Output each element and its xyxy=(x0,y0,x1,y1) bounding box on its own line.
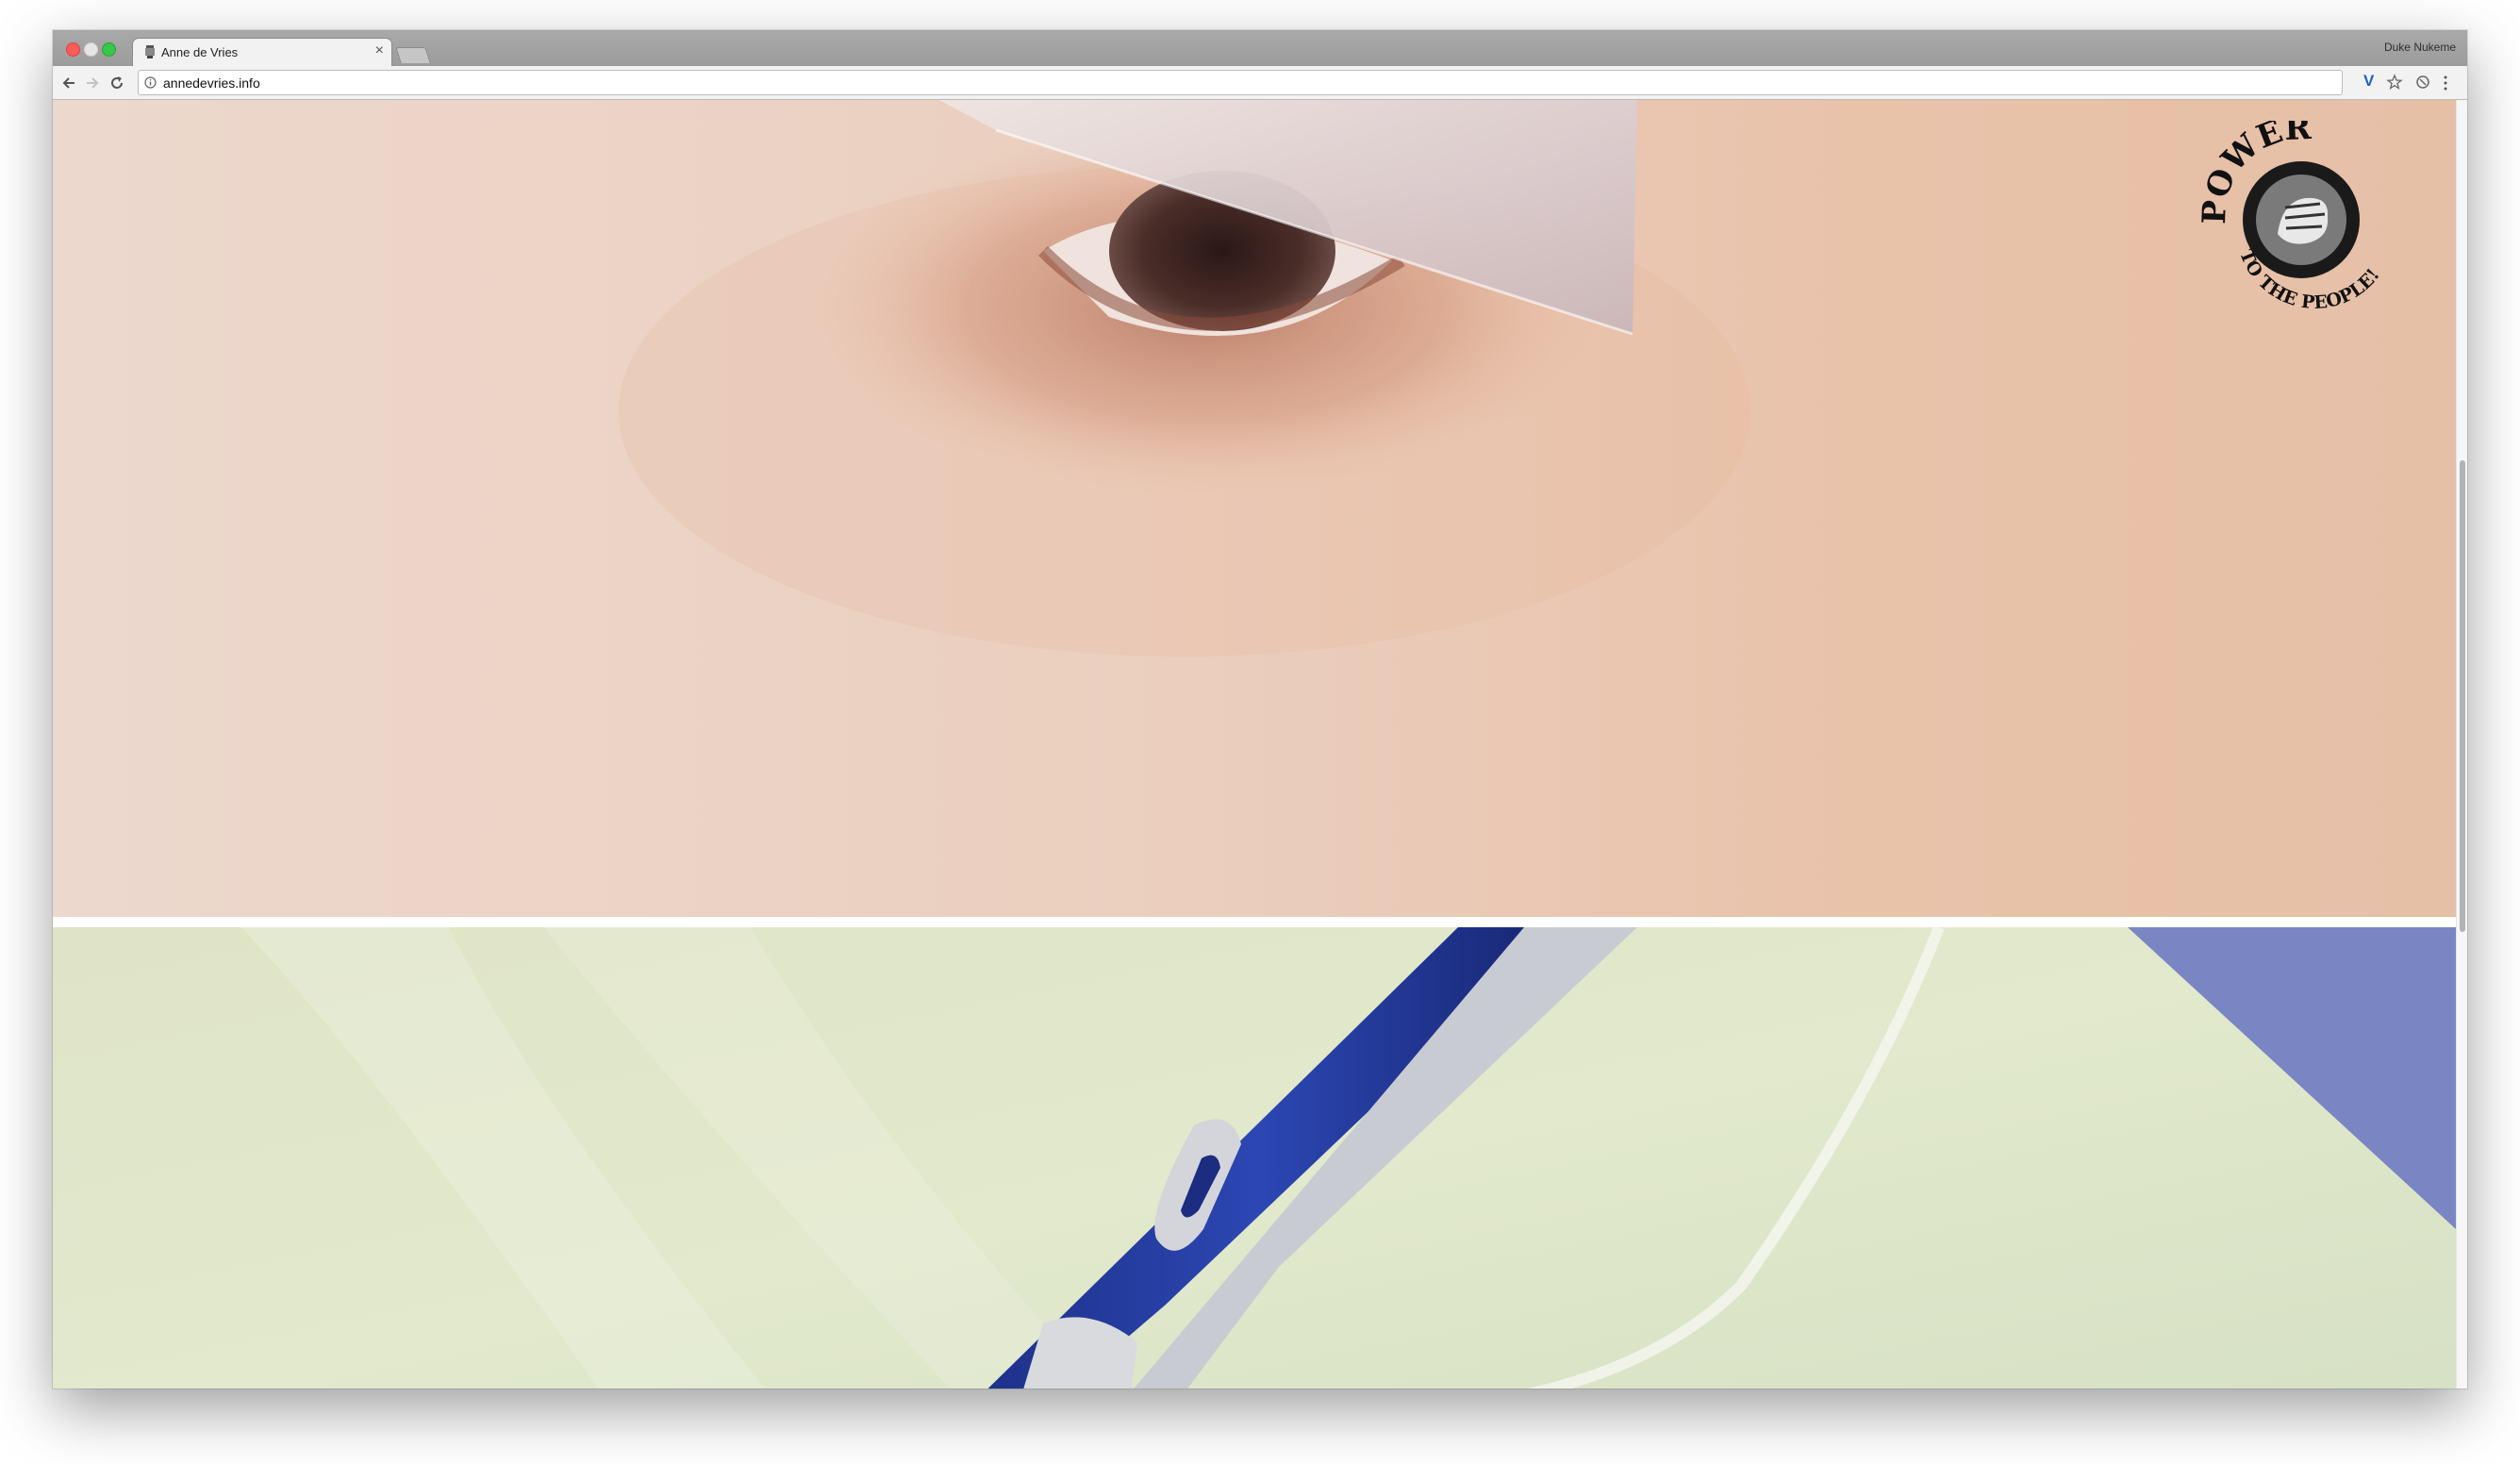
tab-close-icon[interactable]: × xyxy=(375,42,384,59)
info-icon[interactable] xyxy=(144,76,157,89)
forward-arrow-icon[interactable] xyxy=(84,75,101,92)
reload-icon[interactable] xyxy=(108,75,125,92)
scrollbar-thumb[interactable] xyxy=(2460,460,2465,932)
tab-strip: Anne de Vries × Duke Nukeme xyxy=(53,30,2467,66)
window-minimize-button[interactable] xyxy=(84,42,98,57)
extension-v-icon[interactable]: V xyxy=(2363,72,2374,91)
tab-title: Anne de Vries xyxy=(161,45,239,59)
vertical-scrollbar[interactable] xyxy=(2456,100,2467,1389)
power-to-the-people-logo[interactable]: POWER TO THE PEOPLE! xyxy=(2188,121,2414,309)
eye-closeup-image[interactable] xyxy=(53,100,2456,917)
page-content: POWER TO THE PEOPLE! xyxy=(53,100,2467,1389)
bookmark-star-icon[interactable] xyxy=(2386,74,2403,91)
url-text: annedevries.info xyxy=(163,75,260,91)
address-bar[interactable]: annedevries.info xyxy=(138,70,2343,95)
tab-anne-de-vries[interactable]: Anne de Vries × xyxy=(132,38,392,66)
browser-window: Anne de Vries × Duke Nukeme annedevries.… xyxy=(53,30,2467,1389)
new-tab-button[interactable] xyxy=(395,47,431,63)
window-maximize-button[interactable] xyxy=(102,42,116,57)
profile-name[interactable]: Duke Nukeme xyxy=(2384,41,2456,54)
razor-image[interactable] xyxy=(53,927,2456,1389)
favicon-icon xyxy=(145,45,155,58)
browser-toolbar: annedevries.info V xyxy=(53,66,2467,100)
window-close-button[interactable] xyxy=(66,42,80,57)
extension-shield-icon[interactable] xyxy=(2414,74,2431,91)
back-arrow-icon[interactable] xyxy=(60,75,77,92)
kebab-menu-icon[interactable] xyxy=(2443,75,2448,92)
